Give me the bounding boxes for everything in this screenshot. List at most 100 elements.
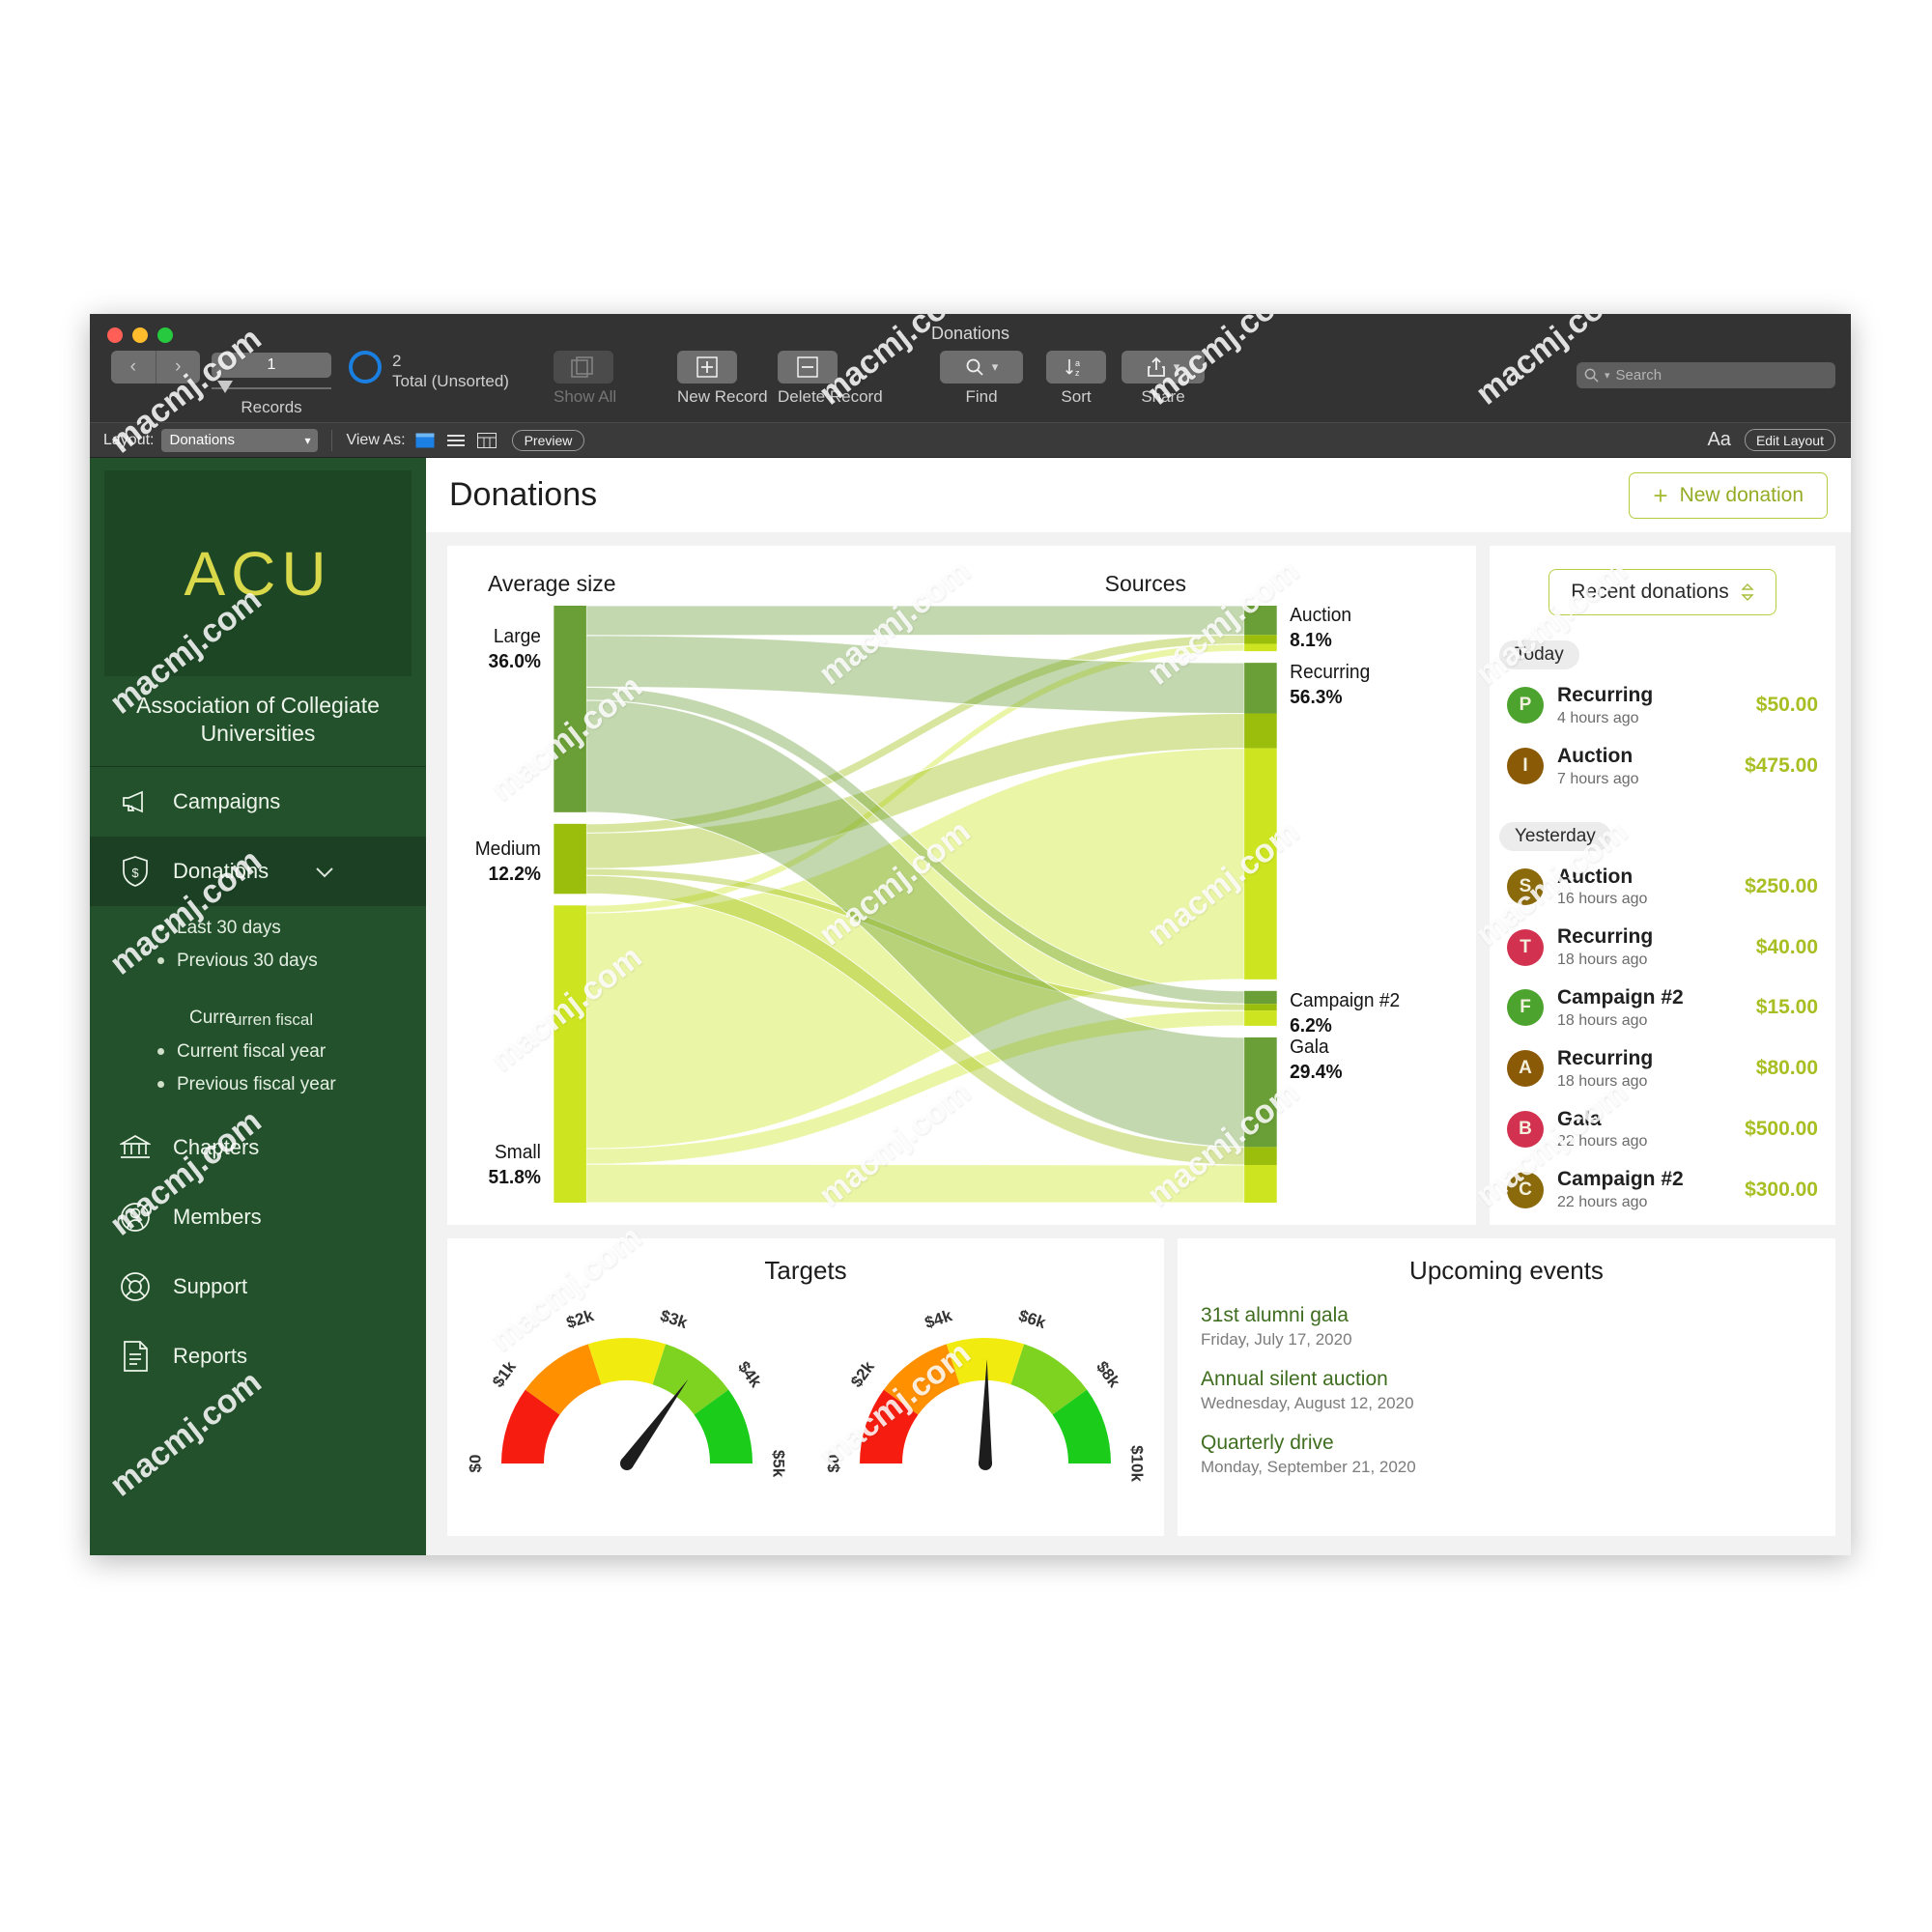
targets-title: Targets [764, 1256, 847, 1285]
view-as-form-icon[interactable] [415, 433, 435, 448]
subnav-item-current-fiscal-year[interactable]: Current fiscal year [90, 1036, 426, 1068]
event-item[interactable]: Quarterly drive Monday, September 21, 202… [1201, 1432, 1812, 1477]
new-record-button[interactable]: New Record [677, 351, 768, 407]
record-nav-group[interactable]: ‹ › [111, 351, 200, 384]
donation-row[interactable]: I Auction 7 hours ago $475.00 [1490, 736, 1835, 797]
svg-text:Auction: Auction [1290, 605, 1351, 626]
brand-card: ACU [104, 470, 412, 676]
gauge-left: $0 $1k $2k $3k $4k $5k [468, 1306, 786, 1478]
record-navigator[interactable]: 1 Records [212, 353, 331, 417]
search-placeholder: Search [1615, 367, 1662, 384]
event-date: Friday, July 17, 2020 [1201, 1330, 1352, 1349]
svg-text:56.3%: 56.3% [1290, 687, 1342, 708]
next-record-icon[interactable]: › [156, 351, 200, 384]
org-name: Association of Collegiate Universities [136, 693, 380, 747]
svg-text:$2k: $2k [846, 1357, 877, 1391]
sidebar-item-support[interactable]: Support [90, 1252, 426, 1321]
find-button[interactable]: ▾ Find [940, 351, 1023, 407]
svg-text:$0: $0 [468, 1455, 484, 1473]
sankey-diagram: Large 36.0% Medium 12.2% Small 51.8% Auction 8.… [475, 605, 1400, 1204]
stacked-pages-icon [571, 356, 593, 378]
recent-donations-selector[interactable]: Recent donations [1548, 569, 1776, 615]
donation-row[interactable]: C Campaign #2 22 hours ago $300.00 [1490, 1159, 1835, 1220]
layout-bar: Layout: Donations ▾ View As: Preview Aa … [90, 422, 1851, 458]
sort-button[interactable]: a z Sort [1046, 351, 1106, 407]
sidebar-item-campaigns[interactable]: Campaigns [90, 767, 426, 837]
app-window: Donations ‹ › 1 Records 2 Total (Unsorte… [90, 314, 1851, 1555]
subnav-item-last-30-days[interactable]: Last 30 days [90, 912, 426, 945]
bullet-icon [157, 1048, 164, 1056]
new-record-label: New Record [677, 387, 768, 406]
chevron-down-icon: ▾ [991, 359, 999, 374]
donation-row[interactable]: A Recurring 18 hours ago $80.00 [1490, 1038, 1835, 1099]
show-all-button[interactable]: Show All [554, 351, 616, 407]
sidebar-item-label: Chapters [173, 1134, 260, 1159]
text-size-icon[interactable]: Aa [1707, 429, 1730, 451]
event-date: Monday, September 21, 2020 [1201, 1458, 1416, 1476]
donation-time: 16 hours ago [1557, 891, 1648, 908]
donation-row[interactable]: P Recurring 4 hours ago $50.00 [1490, 675, 1835, 736]
avatar: I [1507, 748, 1544, 785]
view-as-table-icon[interactable] [476, 432, 497, 448]
subnav-item-previous-fiscal-year[interactable]: Previous fiscal year [90, 1068, 426, 1101]
sort-az-icon: a z [1065, 358, 1080, 378]
sidebar-item-members[interactable]: Members [90, 1182, 426, 1252]
event-item[interactable]: Annual silent auction Wednesday, August 1… [1201, 1368, 1812, 1413]
sidebar-item-reports[interactable]: Reports [90, 1321, 426, 1391]
recent-donations-list[interactable]: Today P Recurring 4 hours ago $50.00 I Auction… [1490, 615, 1835, 1225]
preview-button[interactable]: Preview [511, 429, 585, 451]
share-button[interactable]: ▾ Share [1122, 351, 1205, 407]
sidebar: ACU Association of Collegiate Universiti… [90, 458, 426, 1555]
svg-text:$8k: $8k [1093, 1358, 1123, 1392]
donation-row[interactable]: B Gala 22 hours ago $500.00 [1490, 1099, 1835, 1160]
avatar: F [1507, 989, 1544, 1027]
svg-text:$2k: $2k [564, 1306, 596, 1332]
donation-row[interactable]: T Recurring 18 hours ago $40.00 [1490, 917, 1835, 978]
show-all-label: Show All [554, 387, 617, 406]
donation-amount: $40.00 [1755, 935, 1818, 958]
donation-row[interactable]: F Campaign #2 18 hours ago $15.00 [1490, 978, 1835, 1038]
plus-icon [677, 351, 737, 384]
donation-type: Recurring [1557, 684, 1654, 706]
event-date: Wednesday, August 12, 2020 [1201, 1394, 1414, 1412]
svg-text:$4k: $4k [923, 1306, 954, 1332]
donation-amount: $80.00 [1755, 1057, 1818, 1080]
bank-icon [119, 1131, 152, 1164]
donation-row[interactable]: IGala23 hours ago$1,200.00 [1490, 1220, 1835, 1225]
event-item[interactable]: 31st alumni gala Friday, July 17, 2020 [1201, 1304, 1812, 1350]
record-number-field[interactable]: 1 [212, 353, 331, 378]
avatar: B [1507, 1110, 1544, 1148]
event-name: Quarterly drive [1201, 1432, 1334, 1454]
layout-select[interactable]: Donations ▾ [161, 428, 319, 452]
upcoming-events-card: Upcoming events 31st alumni gala Friday, … [1178, 1238, 1835, 1536]
svg-text:$5k: $5k [769, 1450, 785, 1478]
donation-type: Auction [1557, 865, 1634, 888]
avatar: A [1507, 1050, 1544, 1088]
svg-text:Large: Large [494, 626, 541, 647]
donation-type: Gala [1557, 1107, 1602, 1130]
svg-text:Campaign #2: Campaign #2 [1290, 989, 1400, 1010]
edit-layout-button[interactable]: Edit Layout [1744, 429, 1835, 451]
chevron-down-icon[interactable] [315, 859, 334, 884]
subnav-item-label: Current fiscal year [177, 1040, 327, 1062]
donation-time: 22 hours ago [1557, 1194, 1648, 1211]
view-as-list-icon[interactable] [446, 433, 466, 448]
search-input[interactable]: ▾ Search [1577, 362, 1835, 388]
svg-text:29.4%: 29.4% [1290, 1062, 1342, 1083]
donation-time: 22 hours ago [1557, 1133, 1648, 1151]
subnav-item-previous-30-days[interactable]: Previous 30 days [90, 945, 426, 978]
previous-record-icon[interactable]: ‹ [111, 351, 156, 384]
event-name: 31st alumni gala [1201, 1304, 1349, 1326]
layout-label: Layout: [103, 431, 155, 448]
donation-amount: $50.00 [1755, 694, 1818, 717]
found-set-ring-icon[interactable] [349, 351, 382, 384]
document-lines-icon [119, 1340, 152, 1373]
record-slider[interactable] [212, 381, 331, 394]
donation-row[interactable]: S Auction 16 hours ago $250.00 [1490, 857, 1835, 918]
sidebar-item-donations[interactable]: $ Donations [90, 836, 426, 906]
person-circle-icon [119, 1201, 152, 1234]
sidebar-item-chapters[interactable]: Chapters [90, 1113, 426, 1182]
delete-record-button[interactable]: Delete Record [778, 351, 883, 407]
new-donation-button[interactable]: + New donation [1629, 471, 1828, 519]
